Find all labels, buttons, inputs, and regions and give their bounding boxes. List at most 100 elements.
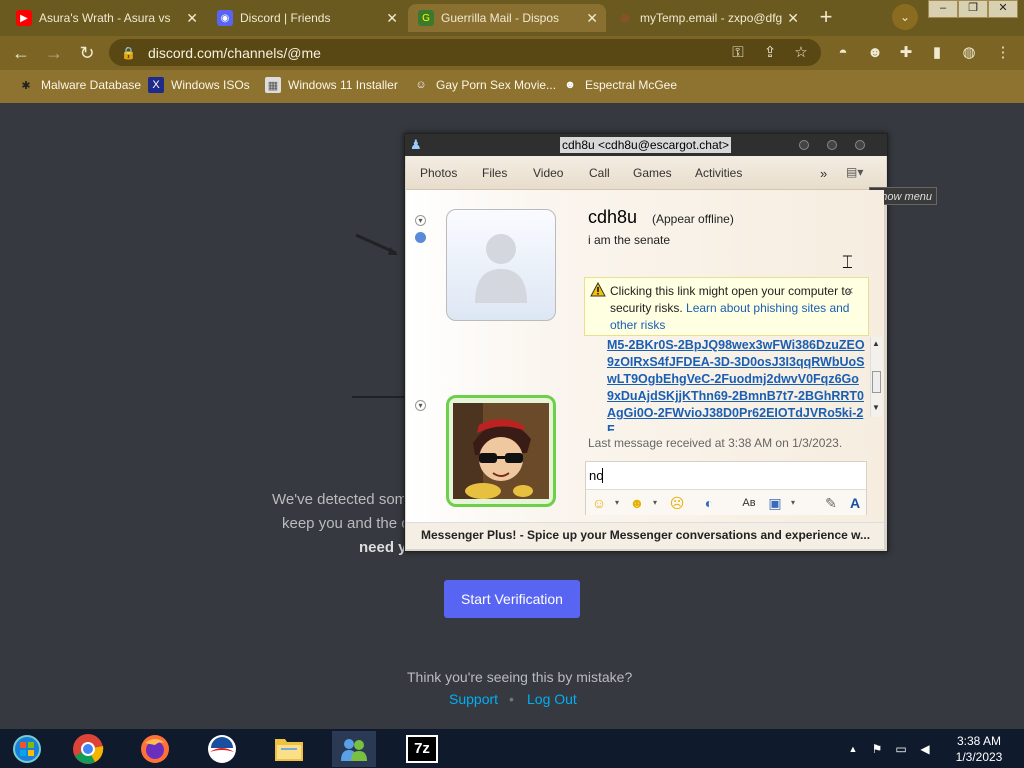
phishing-link[interactable]: M5-2BKr0S-2BpJQ98wex3wFWi386DzuZEO9zOIRx…: [607, 337, 865, 431]
extension-flag-icon[interactable]: ◓: [832, 42, 854, 64]
youtube-icon: ▶: [16, 10, 32, 26]
address-bar[interactable]: 🔒 discord.com/channels/@me: [109, 39, 821, 66]
7zip-icon: 7z: [406, 735, 438, 763]
taskbar-messenger[interactable]: [332, 731, 376, 767]
text-cursor-icon: ⌶: [842, 252, 853, 272]
bookmark-label: Espectral McGee: [585, 78, 678, 92]
x-icon: X: [148, 77, 164, 93]
extension-avatar-icon[interactable]: ☻: [864, 42, 886, 64]
chevron-down-icon[interactable]: ▾: [646, 494, 664, 512]
reload-button[interactable]: ↻: [75, 41, 99, 65]
mistake-text: Think you're seeing this by mistake?: [407, 669, 633, 685]
voice-clip-icon[interactable]: ◐: [700, 494, 718, 512]
network-icon[interactable]: ▭: [894, 742, 908, 756]
close-icon[interactable]: ✕: [186, 10, 198, 27]
bookmark-malware-database[interactable]: ✱ Malware Database: [18, 76, 141, 94]
obama-logo-icon: [208, 735, 236, 763]
logout-link[interactable]: Log Out: [527, 691, 577, 707]
divider: [352, 396, 404, 398]
contact-avatar: [446, 209, 556, 321]
key-icon[interactable]: ⚿: [727, 42, 749, 64]
spell-check-icon[interactable]: Aʙ: [740, 494, 758, 512]
taskbar-file-explorer[interactable]: [271, 731, 307, 767]
nudge-icon[interactable]: ☹: [668, 494, 686, 512]
menu-files[interactable]: Files: [482, 166, 507, 180]
volume-icon[interactable]: ◀: [918, 742, 932, 756]
start-button[interactable]: [9, 731, 45, 767]
scroll-up-icon[interactable]: ▲: [872, 339, 880, 348]
chevron-down-icon[interactable]: ▾: [608, 494, 626, 512]
scroll-down-icon[interactable]: ▼: [872, 403, 880, 412]
lock-icon: 🔒: [121, 45, 136, 60]
tab-mytemp[interactable]: ◎ myTemp.email - zxpo@dfg ✕: [607, 4, 807, 32]
menu-dots-icon[interactable]: ⋮: [992, 42, 1014, 64]
radio-icon[interactable]: [415, 232, 426, 243]
menu-video[interactable]: Video: [533, 166, 563, 180]
image-icon: ▦: [265, 77, 281, 93]
contact-status: (Appear offline): [652, 212, 734, 226]
globe-icon: ◎: [620, 12, 630, 24]
scroll-thumb[interactable]: [872, 371, 881, 393]
tray-expand-icon[interactable]: ▲: [846, 742, 860, 756]
bookmark-espectral-mcgee[interactable]: ☻ Espectral McGee: [562, 76, 677, 94]
tab-guerrillamail[interactable]: G Guerrilla Mail - Dispos ✕: [408, 4, 606, 32]
background-icon[interactable]: ▣: [766, 494, 784, 512]
chevron-down-icon[interactable]: ▾: [784, 494, 802, 512]
more-menu[interactable]: »: [820, 166, 827, 181]
new-tab-button[interactable]: +: [813, 6, 839, 30]
bookmark-windows-11-installer[interactable]: ▦ Windows 11 Installer: [265, 76, 398, 94]
url-text: discord.com/channels/@me: [147, 44, 321, 61]
close-icon[interactable]: ✕: [386, 10, 398, 27]
tab-search-button[interactable]: ⌄: [892, 4, 918, 30]
taskbar-7zip[interactable]: 7z: [404, 731, 440, 767]
close-warning-button[interactable]: ×: [846, 283, 854, 298]
verification-text-line-2: keep you and the c: [282, 515, 409, 532]
close-window-button[interactable]: ✕: [988, 0, 1018, 18]
firefox-icon: [141, 735, 169, 763]
text-caret: [602, 468, 603, 483]
forward-button[interactable]: →: [42, 41, 66, 65]
start-verification-button[interactable]: Start Verification: [444, 580, 580, 618]
collapse-icon[interactable]: ▾: [415, 400, 426, 411]
bookmark-windows-isos[interactable]: X Windows ISOs: [148, 76, 250, 94]
start-icon: [13, 735, 41, 763]
wink-icon[interactable]: ☻: [628, 494, 646, 512]
window-title: cdh8u <cdh8u@escargot.chat>: [560, 137, 731, 153]
emoticon-icon[interactable]: ☺: [590, 494, 608, 512]
messenger-buddy-icon: ♟: [410, 137, 422, 152]
handwriting-icon[interactable]: ✎: [822, 494, 840, 512]
bookmark-gay-porn[interactable]: ☺ Gay Porn Sex Movie...: [413, 76, 556, 94]
menu-photos[interactable]: Photos: [420, 166, 457, 180]
taskbar-firefox[interactable]: [137, 731, 173, 767]
close-icon[interactable]: ✕: [787, 10, 799, 27]
star-icon[interactable]: ☆: [790, 42, 812, 64]
close-icon[interactable]: ✕: [586, 10, 598, 27]
taskbar-app-circle[interactable]: [204, 731, 240, 767]
close-button[interactable]: [855, 140, 865, 150]
tab-title: Discord | Friends: [240, 11, 331, 25]
menu-call[interactable]: Call: [589, 166, 610, 180]
puzzle-icon[interactable]: ✚: [895, 42, 917, 64]
maximize-button[interactable]: [827, 140, 837, 150]
minimize-button[interactable]: [799, 140, 809, 150]
collapse-icon[interactable]: ▾: [415, 215, 426, 226]
clock[interactable]: 3:38 AM 1/3/2023: [944, 733, 1014, 765]
show-menu-icon[interactable]: ▤▾: [846, 165, 863, 179]
messenger-plus-banner[interactable]: Messenger Plus! - Spice up your Messenge…: [406, 522, 884, 549]
profile-icon[interactable]: ◍: [958, 42, 980, 64]
flag-icon[interactable]: ⚑: [870, 742, 884, 756]
minimize-button[interactable]: –: [928, 0, 958, 18]
back-button[interactable]: ←: [9, 41, 33, 65]
font-icon[interactable]: A: [846, 494, 864, 512]
menu-activities[interactable]: Activities: [695, 166, 742, 180]
menu-games[interactable]: Games: [633, 166, 672, 180]
support-link[interactable]: Support: [449, 691, 498, 707]
tab-discord[interactable]: ◉ Discord | Friends ✕: [207, 4, 406, 32]
share-icon[interactable]: ⇪: [759, 42, 781, 64]
restore-button[interactable]: ❐: [958, 0, 988, 18]
tab-title: myTemp.email - zxpo@dfg: [640, 11, 783, 25]
tab-youtube[interactable]: ▶ Asura's Wrath - Asura vs ✕: [6, 4, 206, 32]
taskbar-chrome[interactable]: [70, 731, 106, 767]
conversation-scrollbar[interactable]: ▲ ▼: [870, 337, 882, 417]
sidebar-icon[interactable]: ▮: [926, 42, 948, 64]
